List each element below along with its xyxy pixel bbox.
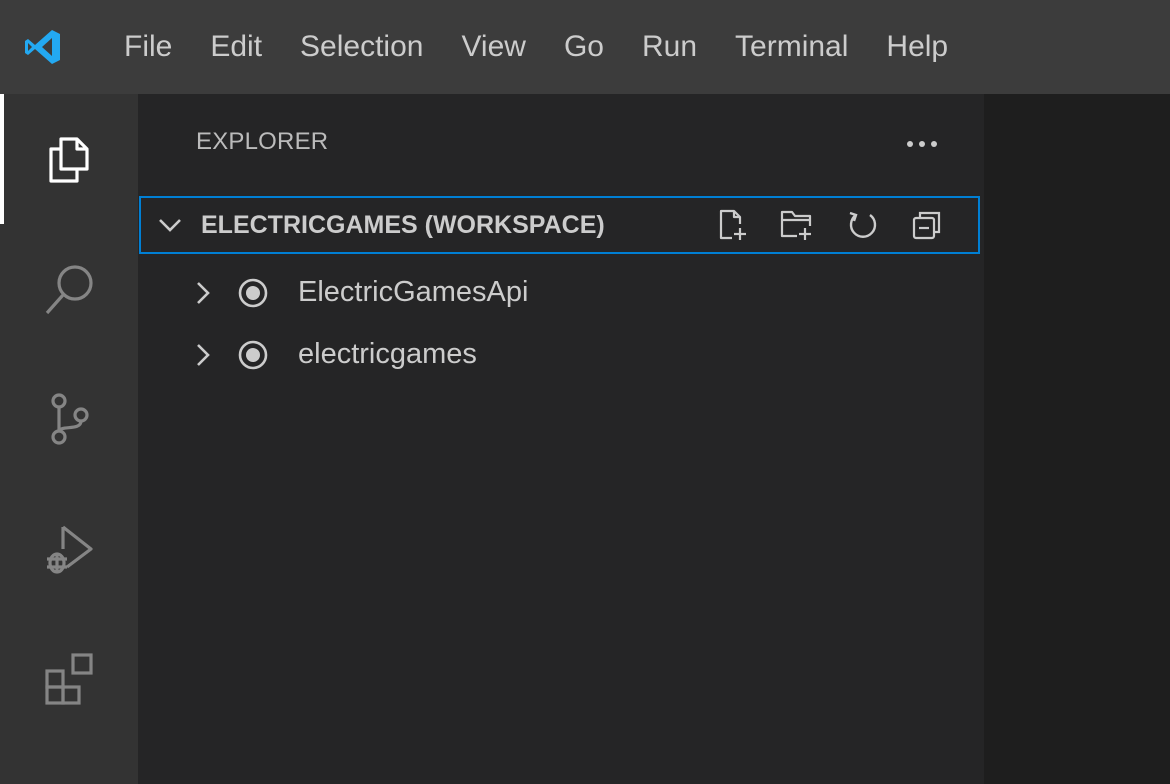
- menu-selection[interactable]: Selection: [281, 0, 442, 94]
- more-actions-icon[interactable]: [892, 122, 952, 166]
- menu-bar: File Edit Selection View Go Run Terminal…: [86, 0, 967, 94]
- title-bar: File Edit Selection View Go Run Terminal…: [0, 0, 1170, 94]
- active-indicator: [0, 94, 4, 224]
- source-control-icon[interactable]: [0, 354, 138, 484]
- tree-item-folder[interactable]: ElectricGamesApi: [138, 262, 984, 324]
- tree-item-label: electricgames: [298, 338, 477, 370]
- menu-file[interactable]: File: [86, 0, 191, 94]
- menu-run[interactable]: Run: [623, 0, 716, 94]
- menu-terminal[interactable]: Terminal: [716, 0, 867, 94]
- collapse-all-icon[interactable]: [909, 207, 945, 243]
- explorer-title: EXPLORER: [196, 128, 329, 155]
- menu-help[interactable]: Help: [867, 0, 967, 94]
- activity-bar: [0, 94, 138, 784]
- tree-item-folder[interactable]: electricgames: [138, 324, 984, 386]
- menu-edit[interactable]: Edit: [191, 0, 281, 94]
- vscode-logo-icon: [0, 0, 86, 94]
- new-file-icon[interactable]: [715, 207, 751, 243]
- search-icon[interactable]: [0, 224, 138, 354]
- chevron-right-icon: [197, 344, 210, 366]
- workspace-label: ELECTRICGAMES (WORKSPACE): [201, 211, 605, 239]
- extensions-icon[interactable]: [0, 614, 138, 744]
- explorer-sidebar: EXPLORER ELECTRICGAMES (WORKSPACE) Elect…: [138, 94, 984, 784]
- explorer-icon[interactable]: [0, 94, 138, 224]
- run-debug-icon[interactable]: [0, 484, 138, 614]
- workspace-header[interactable]: ELECTRICGAMES (WORKSPACE): [139, 196, 980, 254]
- explorer-header: EXPLORER: [138, 94, 984, 194]
- refresh-icon[interactable]: [845, 207, 881, 243]
- new-folder-icon[interactable]: [779, 207, 815, 243]
- menu-go[interactable]: Go: [545, 0, 623, 94]
- root-folder-icon: [238, 340, 268, 370]
- menu-view[interactable]: View: [442, 0, 544, 94]
- root-folder-icon: [238, 278, 268, 308]
- tree-item-label: ElectricGamesApi: [298, 276, 529, 308]
- chevron-right-icon: [197, 282, 210, 304]
- chevron-down-icon: [159, 219, 181, 232]
- editor-area: [984, 94, 1170, 784]
